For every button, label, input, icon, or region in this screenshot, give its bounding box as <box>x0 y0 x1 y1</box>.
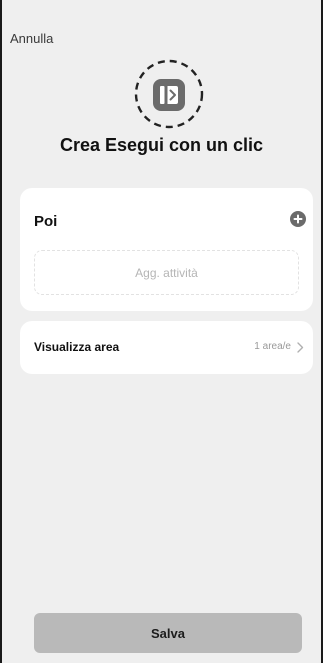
chevron-right-icon <box>297 342 304 353</box>
cancel-button[interactable]: Annulla <box>10 31 53 46</box>
view-area-label: Visualizza area <box>34 340 120 354</box>
screen: Annulla Crea Esegui con un clic Poi Agg.… <box>2 0 321 663</box>
add-task-button[interactable]: Agg. attività <box>34 250 299 295</box>
view-area-row[interactable]: Visualizza area 1 area/e <box>20 321 313 374</box>
plus-circle-icon <box>290 211 306 227</box>
page-title: Crea Esegui con un clic <box>59 135 264 155</box>
add-task-label: Agg. attività <box>135 265 198 280</box>
then-section-card: Poi Agg. attività <box>20 188 313 311</box>
then-section-label: Poi <box>34 213 58 230</box>
save-button-label: Salva <box>151 625 185 641</box>
area-count-value: 1 area/e <box>254 341 291 352</box>
tap-to-run-icon <box>132 57 206 131</box>
save-button[interactable]: Salva <box>34 613 302 653</box>
add-action-button[interactable] <box>289 210 307 228</box>
